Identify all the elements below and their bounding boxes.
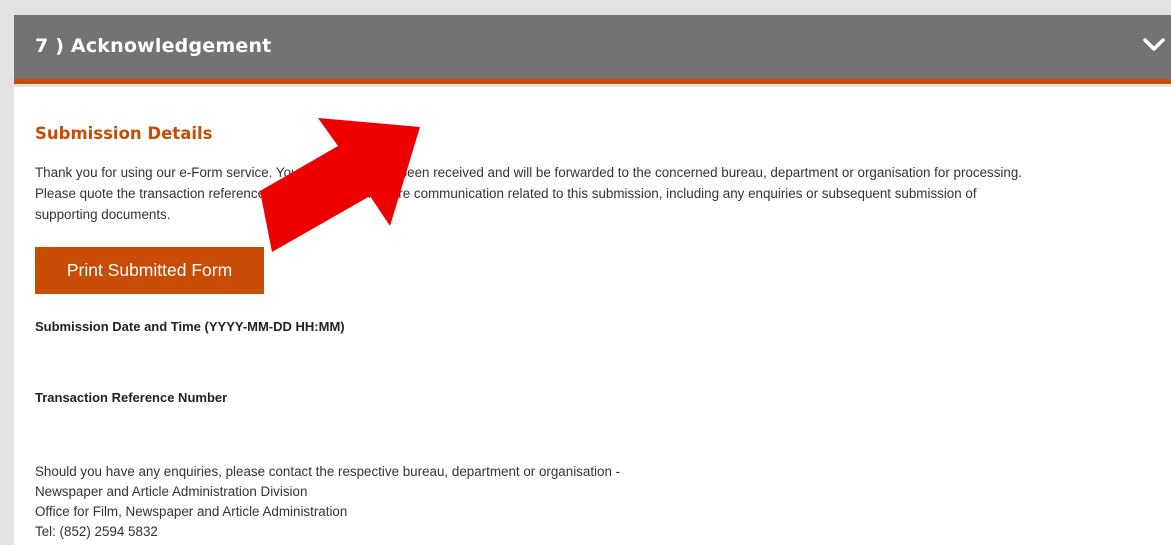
section-title: 7 ) Acknowledgement [35,35,272,57]
intro-text: Thank you for using our e-Form service. … [35,162,1171,225]
red-arrow-icon [260,118,420,252]
contact-line-3: Office for Film, Newspaper and Article A… [35,504,348,519]
contact-line-2: Newspaper and Article Administration Div… [35,484,308,499]
contact-line-1: Should you have any enquiries, please co… [35,464,621,479]
transaction-reference-label: Transaction Reference Number [35,390,228,405]
contact-line-4: Tel: (852) 2594 5832 [35,524,158,539]
section-header-acknowledgement[interactable]: 7 ) Acknowledgement [14,15,1171,84]
submission-datetime-label: Submission Date and Time (YYYY-MM-DD HH:… [35,319,345,334]
print-submitted-form-button[interactable]: Print Submitted Form [35,247,264,294]
intro-line-1: Thank you for using our e-Form service. … [35,165,1023,180]
submission-details-heading: Submission Details [35,124,213,143]
chevron-down-icon[interactable] [1142,36,1166,54]
intro-line-3: supporting documents. [35,207,171,222]
contact-info: Should you have any enquiries, please co… [35,462,620,542]
intro-line-2: Please quote the transaction reference n… [35,186,977,201]
acknowledgement-panel: Submission Details Thank you for using o… [14,87,1171,545]
